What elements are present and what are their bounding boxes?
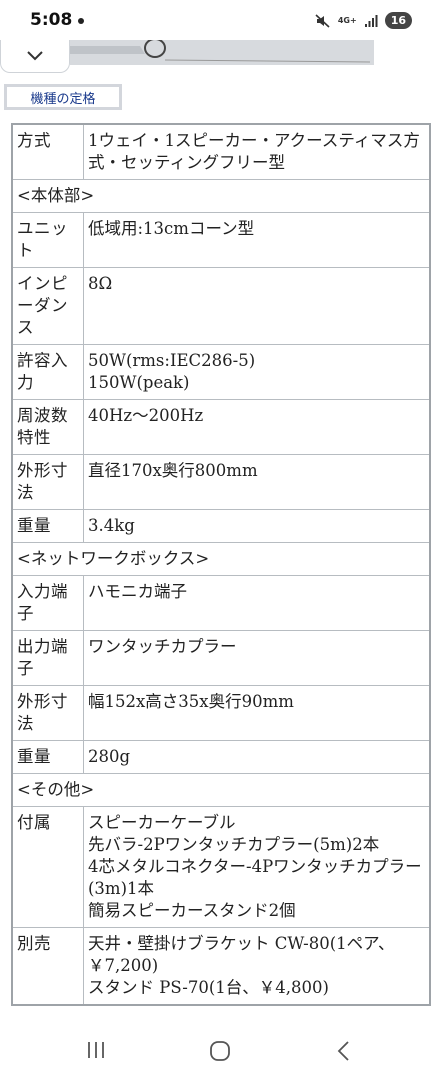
spec-row: 出力端子 ワンタッチカプラー (11, 630, 431, 686)
spec-value: 低域用:13cmコーン型 (83, 212, 431, 268)
section-row: <本体部> (11, 179, 431, 213)
recent-apps-icon[interactable] (86, 1041, 106, 1059)
spec-row: 方式 1ウェイ・1スピーカー・アクースティマス方式・セッティングフリー型 (11, 123, 431, 180)
navigation-bar (0, 1020, 442, 1080)
section-row: <ネットワークボックス> (11, 542, 431, 576)
product-image-fragment (70, 38, 374, 65)
spec-tab-button[interactable]: 機種の定格 (4, 84, 122, 110)
spec-key: 重量 (11, 509, 84, 543)
spec-key: インピーダンス (11, 267, 84, 345)
status-bar: 5:08 4G+ 16 (0, 0, 442, 40)
spec-key: 許容入力 (11, 344, 84, 400)
spec-value: 幅152x高さ35x奥行90mm (83, 685, 431, 741)
spec-key: 入力端子 (11, 575, 84, 631)
section-header: <ネットワークボックス> (11, 542, 431, 576)
spec-key: 別売 (11, 927, 84, 1006)
spec-row: 付属 スピーカーケーブル 先バラ-2Pワンタッチカプラー(5m)2本 4芯メタルコ… (11, 806, 431, 928)
spec-key: 外形寸法 (11, 454, 84, 510)
spec-row: 入力端子 ハモニカ端子 (11, 575, 431, 631)
section-header: <本体部> (11, 179, 431, 213)
spec-value: ワンタッチカプラー (83, 630, 431, 686)
spec-value: 8Ω (83, 267, 431, 345)
spec-row: 重量 3.4kg (11, 509, 431, 543)
collapse-button[interactable] (0, 40, 70, 73)
spec-key: 周波数特性 (11, 399, 84, 455)
network-type: 4G+ (337, 15, 357, 25)
status-icons: 4G+ 16 (315, 12, 412, 29)
spec-row: 外形寸法 幅152x高さ35x奥行90mm (11, 685, 431, 741)
spec-value: スピーカーケーブル 先バラ-2Pワンタッチカプラー(5m)2本 4芯メタルコネク… (83, 806, 431, 928)
home-icon[interactable] (209, 1040, 231, 1062)
spec-value: 天井・壁掛けブラケット CW-80(1ペア、￥7,200) スタンド PS-70… (83, 927, 431, 1006)
status-time: 5:08 (30, 10, 73, 30)
spec-row: 外形寸法 直径170x奥行800mm (11, 454, 431, 510)
spec-row: 重量 280g (11, 740, 431, 774)
spec-value: 50W(rms:IEC286-5) 150W(peak) (83, 344, 431, 400)
spec-value: 280g (83, 740, 431, 774)
spec-row: 許容入力 50W(rms:IEC286-5) 150W(peak) (11, 344, 431, 400)
notification-dot-icon (78, 18, 84, 24)
mute-icon (315, 13, 330, 28)
spec-key: ユニット (11, 212, 84, 268)
battery-indicator: 16 (384, 12, 412, 29)
spec-value: 1ウェイ・1スピーカー・アクースティマス方式・セッティングフリー型 (83, 123, 431, 180)
spec-value: ハモニカ端子 (83, 575, 431, 631)
chevron-down-icon (27, 51, 43, 61)
spec-key: 出力端子 (11, 630, 84, 686)
spec-value: 3.4kg (83, 509, 431, 543)
spec-value: 直径170x奥行800mm (83, 454, 431, 510)
spec-row: 別売 天井・壁掛けブラケット CW-80(1ペア、￥7,200) スタンド PS-… (11, 927, 431, 1006)
section-header: <その他> (11, 773, 431, 807)
spec-key: 方式 (11, 123, 84, 180)
spec-row: 周波数特性 40Hz～200Hz (11, 399, 431, 455)
section-row: <その他> (11, 773, 431, 807)
spec-table: 方式 1ウェイ・1スピーカー・アクースティマス方式・セッティングフリー型 <本体部>… (11, 123, 431, 1006)
signal-icon (364, 14, 378, 27)
back-icon[interactable] (336, 1040, 350, 1062)
spec-key: 付属 (11, 806, 84, 928)
spec-key: 重量 (11, 740, 84, 774)
spec-row: ユニット 低域用:13cmコーン型 (11, 212, 431, 268)
spec-key: 外形寸法 (11, 685, 84, 741)
spec-value: 40Hz～200Hz (83, 399, 431, 455)
spec-row: インピーダンス 8Ω (11, 267, 431, 345)
